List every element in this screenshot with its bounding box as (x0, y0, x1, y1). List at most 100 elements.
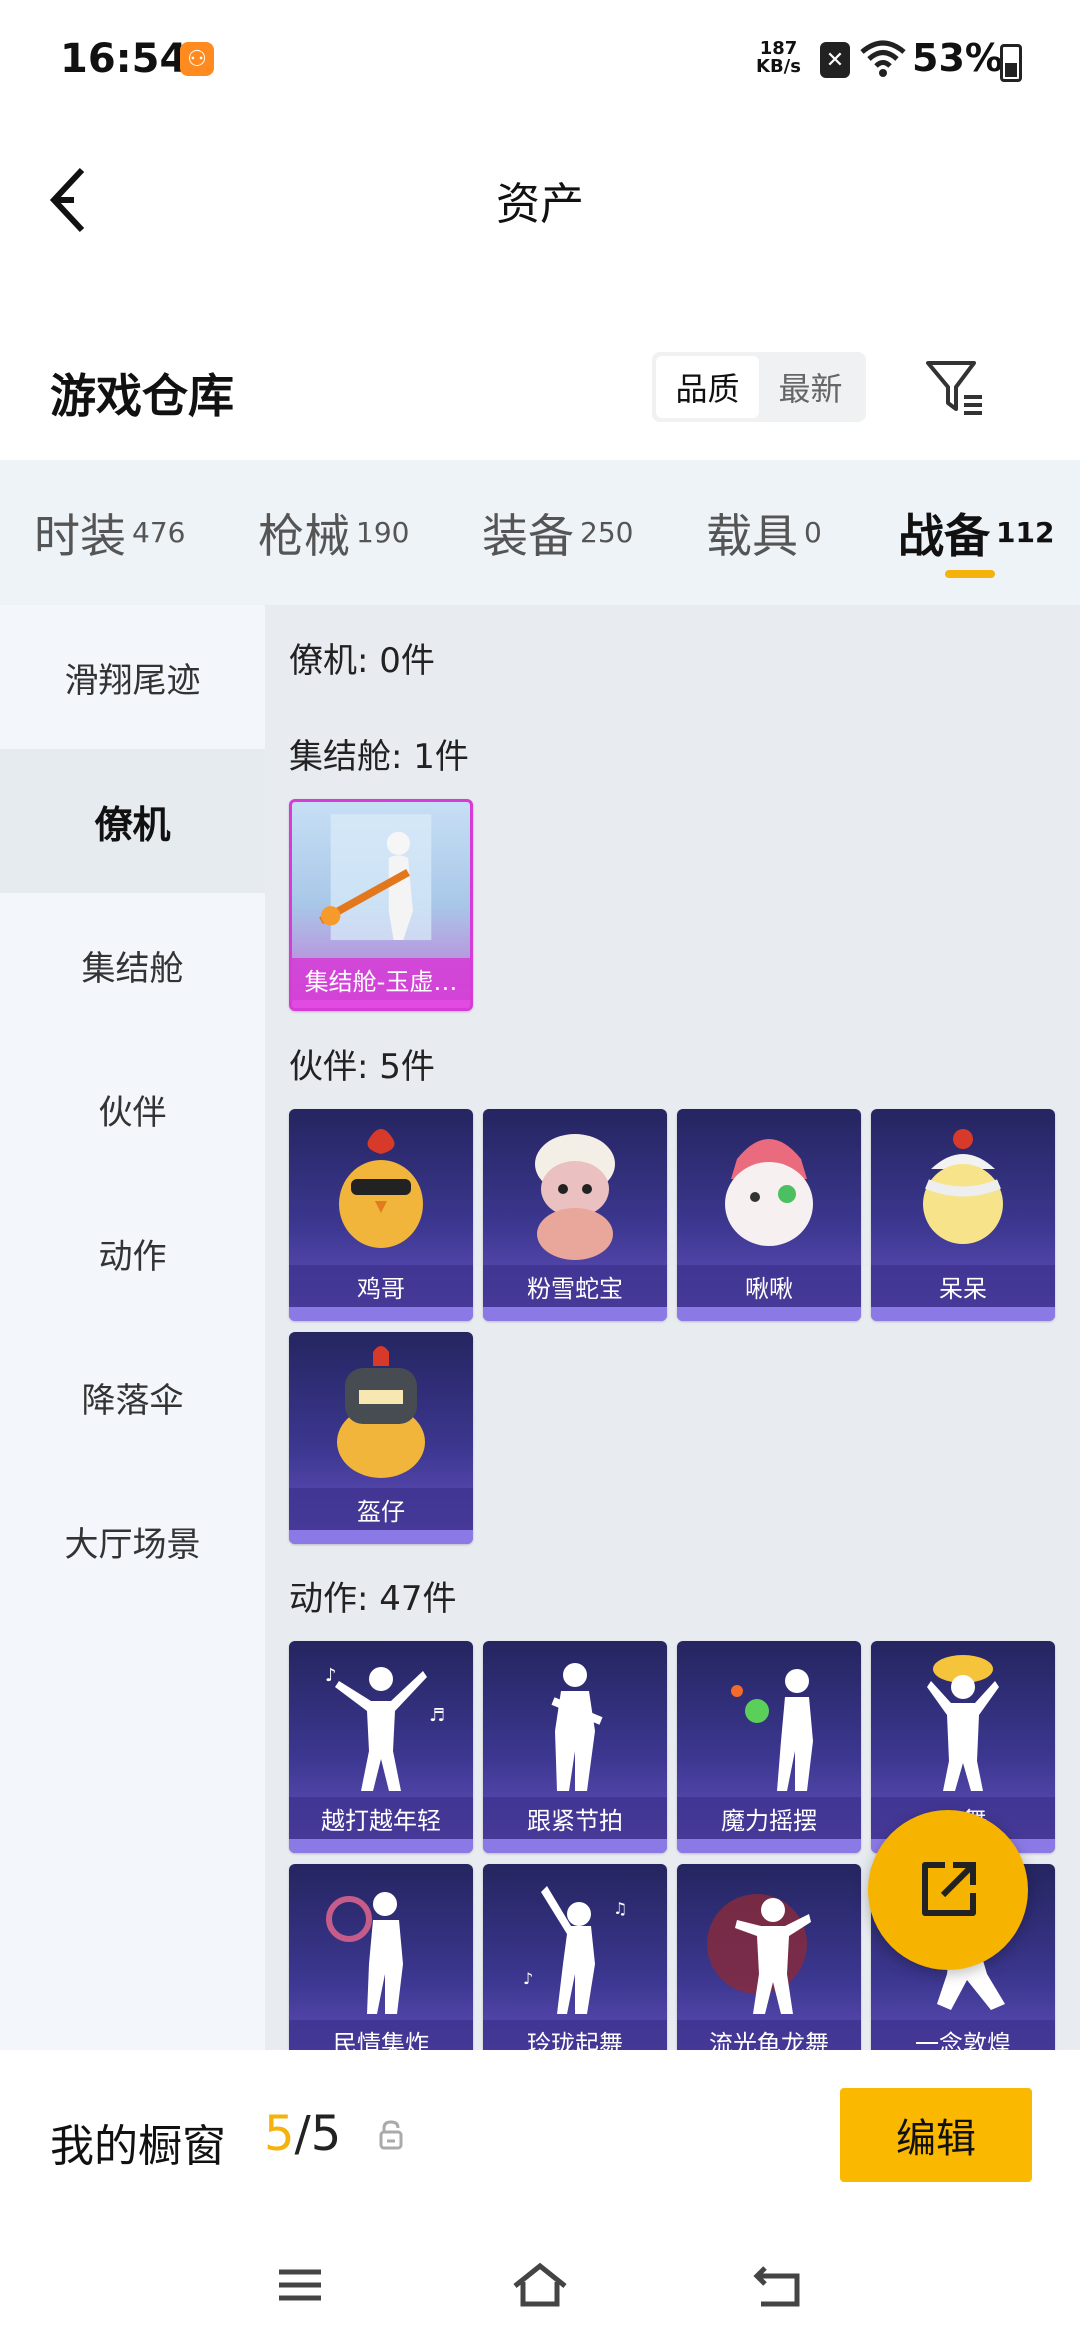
tab-battle-prep[interactable]: 战备 112 (898, 500, 1054, 566)
section-title-partner: 伙伴: 5件 (289, 1047, 435, 1087)
item-card-rarity-bar (677, 1839, 861, 1853)
item-card-rarity-bar (871, 1307, 1055, 1321)
no-sim-icon: ✕ (820, 42, 850, 78)
sort-segmented-control: 品质 最新 (652, 352, 866, 422)
rally-pod-art-icon (319, 814, 432, 941)
item-card-label: 一念敦煌 (871, 2020, 1055, 2050)
item-card[interactable]: 民情集炸 (289, 1864, 473, 2050)
tab-fashion[interactable]: 时装 476 (34, 500, 185, 566)
item-card-label: 呆呆 (871, 1265, 1055, 1307)
item-card-label: 流光龟龙舞 (677, 2020, 861, 2050)
status-time: 16:54 (60, 36, 188, 82)
item-card[interactable]: 呆呆 (871, 1109, 1055, 1321)
item-card-label: 玲珑起舞 (483, 2020, 667, 2050)
edit-button[interactable]: 编辑 (840, 2088, 1032, 2182)
item-card-rarity-bar (292, 1000, 470, 1008)
sort-quality-button[interactable]: 品质 (656, 356, 759, 418)
tab-count: 250 (580, 516, 634, 550)
menu-icon[interactable] (265, 2260, 335, 2310)
section-title-emote: 动作: 47件 (289, 1579, 457, 1619)
tab-count: 0 (804, 516, 822, 550)
tab-label: 时装 (34, 509, 126, 563)
item-card-rarity-bar (289, 1307, 473, 1321)
tab-label: 载具 (706, 509, 798, 563)
item-card-label: 粉雪蛇宝 (483, 1265, 667, 1307)
item-card[interactable]: 流光龟龙舞 (677, 1864, 861, 2050)
showcase-label: 我的橱窗 (50, 2121, 226, 2172)
dancer-silhouette-icon (927, 1655, 999, 1791)
svg-text:♫: ♫ (613, 1899, 627, 1918)
tab-guns[interactable]: 枪械 190 (258, 500, 409, 566)
item-card-label: 民情集炸 (289, 2020, 473, 2050)
active-tab-indicator (945, 570, 995, 578)
filter-icon[interactable] (922, 355, 986, 419)
dancer-silhouette-icon: ♪♬ (325, 1665, 445, 1791)
item-card-label: 集结舱-玉虚… (292, 958, 470, 1000)
sidebar-item-wingman[interactable]: 僚机 (0, 749, 265, 893)
svg-text:♬: ♬ (429, 1705, 445, 1726)
dancer-silhouette-icon: ♪♫ (523, 1886, 627, 2014)
sidebar-item-emote[interactable]: 动作 (0, 1181, 265, 1325)
daidai-partner-art-icon (923, 1129, 1003, 1244)
jiujiu-partner-art-icon (725, 1139, 813, 1246)
item-card[interactable]: 粉雪蛇宝 (483, 1109, 667, 1321)
tab-equipment[interactable]: 装备 250 (482, 500, 633, 566)
app-notification-icon: ⚇ (180, 42, 214, 76)
status-bar: 16:54 ⚇ 187 KB/s ✕ 53% (0, 0, 1080, 120)
item-card-label: 盔仔 (289, 1488, 473, 1530)
item-card-rarity-bar (483, 1839, 667, 1853)
sidebar-item-partner[interactable]: 伙伴 (0, 1037, 265, 1181)
section-title-rally-pod: 集结舱: 1件 (289, 737, 469, 777)
item-card-label: 魔力摇摆 (677, 1797, 861, 1839)
tab-count: 476 (132, 516, 186, 550)
item-card-rarity-bar (677, 1307, 861, 1321)
section-title-wingman: 僚机: 0件 (289, 641, 435, 681)
dancer-silhouette-icon (551, 1663, 603, 1791)
item-card[interactable]: ♪ ♬ 越打越年轻 (289, 1641, 473, 1853)
sort-newest-button[interactable]: 最新 (759, 356, 862, 418)
item-card[interactable]: 魔力摇摆 (677, 1641, 861, 1853)
category-tabs: 时装 476 枪械 190 装备 250 载具 0 战备 112 (0, 460, 1080, 605)
share-external-icon (922, 1862, 976, 1916)
dancer-silhouette-icon (731, 1669, 813, 1791)
item-card-rarity-bar (289, 1530, 473, 1544)
back-nav-icon[interactable] (745, 2260, 815, 2310)
item-card-rarity-bar (289, 1839, 473, 1853)
battery-icon (1000, 44, 1022, 82)
item-card-label: 跟紧节拍 (483, 1797, 667, 1839)
battery-percent: 53% (912, 36, 1003, 80)
chicken-partner-art-icon (339, 1129, 423, 1248)
dancer-silhouette-icon (326, 1892, 403, 2014)
wifi-icon (860, 40, 906, 77)
tab-vehicles[interactable]: 载具 0 (706, 500, 822, 566)
dancer-silhouette-icon (707, 1894, 811, 2014)
item-card[interactable]: 鸡哥 (289, 1109, 473, 1321)
snow-snake-partner-art-icon (535, 1134, 615, 1260)
sidebar-item-rally-pod[interactable]: 集结舱 (0, 893, 265, 1037)
item-card[interactable]: 盔仔 (289, 1332, 473, 1544)
item-card[interactable]: 啾啾 (677, 1109, 861, 1321)
sidebar-item-parachute[interactable]: 降落伞 (0, 1325, 265, 1469)
svg-text:♪: ♪ (325, 1665, 337, 1686)
item-card[interactable]: ♪ ♫ 玲珑起舞 (483, 1864, 667, 2050)
sidebar-item-lobby-scene[interactable]: 大厅场景 (0, 1469, 265, 1613)
tab-count: 190 (356, 516, 410, 550)
tab-label: 枪械 (258, 509, 350, 563)
item-card[interactable]: 跟紧节拍 (483, 1641, 667, 1853)
showcase-separator: / (294, 2106, 311, 2162)
lock-icon (379, 2120, 403, 2150)
item-card-label: 啾啾 (677, 1265, 861, 1307)
warehouse-title: 游戏仓库 (50, 369, 234, 423)
item-card-label: 鸡哥 (289, 1265, 473, 1307)
tab-count: 112 (996, 516, 1055, 550)
sidebar-item-glide-trail[interactable]: 滑翔尾迹 (0, 605, 265, 749)
tab-label: 战备 (898, 509, 990, 563)
network-speed: 187 KB/s (756, 40, 801, 76)
item-card[interactable]: 集结舱-玉虚… (289, 799, 473, 1011)
showcase-count: 5/5 (264, 2106, 341, 2162)
svg-text:♪: ♪ (523, 1969, 533, 1988)
share-fab-button[interactable] (868, 1810, 1028, 1970)
tab-label: 装备 (482, 509, 574, 563)
item-card-label: 越打越年轻 (289, 1797, 473, 1839)
home-icon[interactable] (505, 2260, 575, 2310)
